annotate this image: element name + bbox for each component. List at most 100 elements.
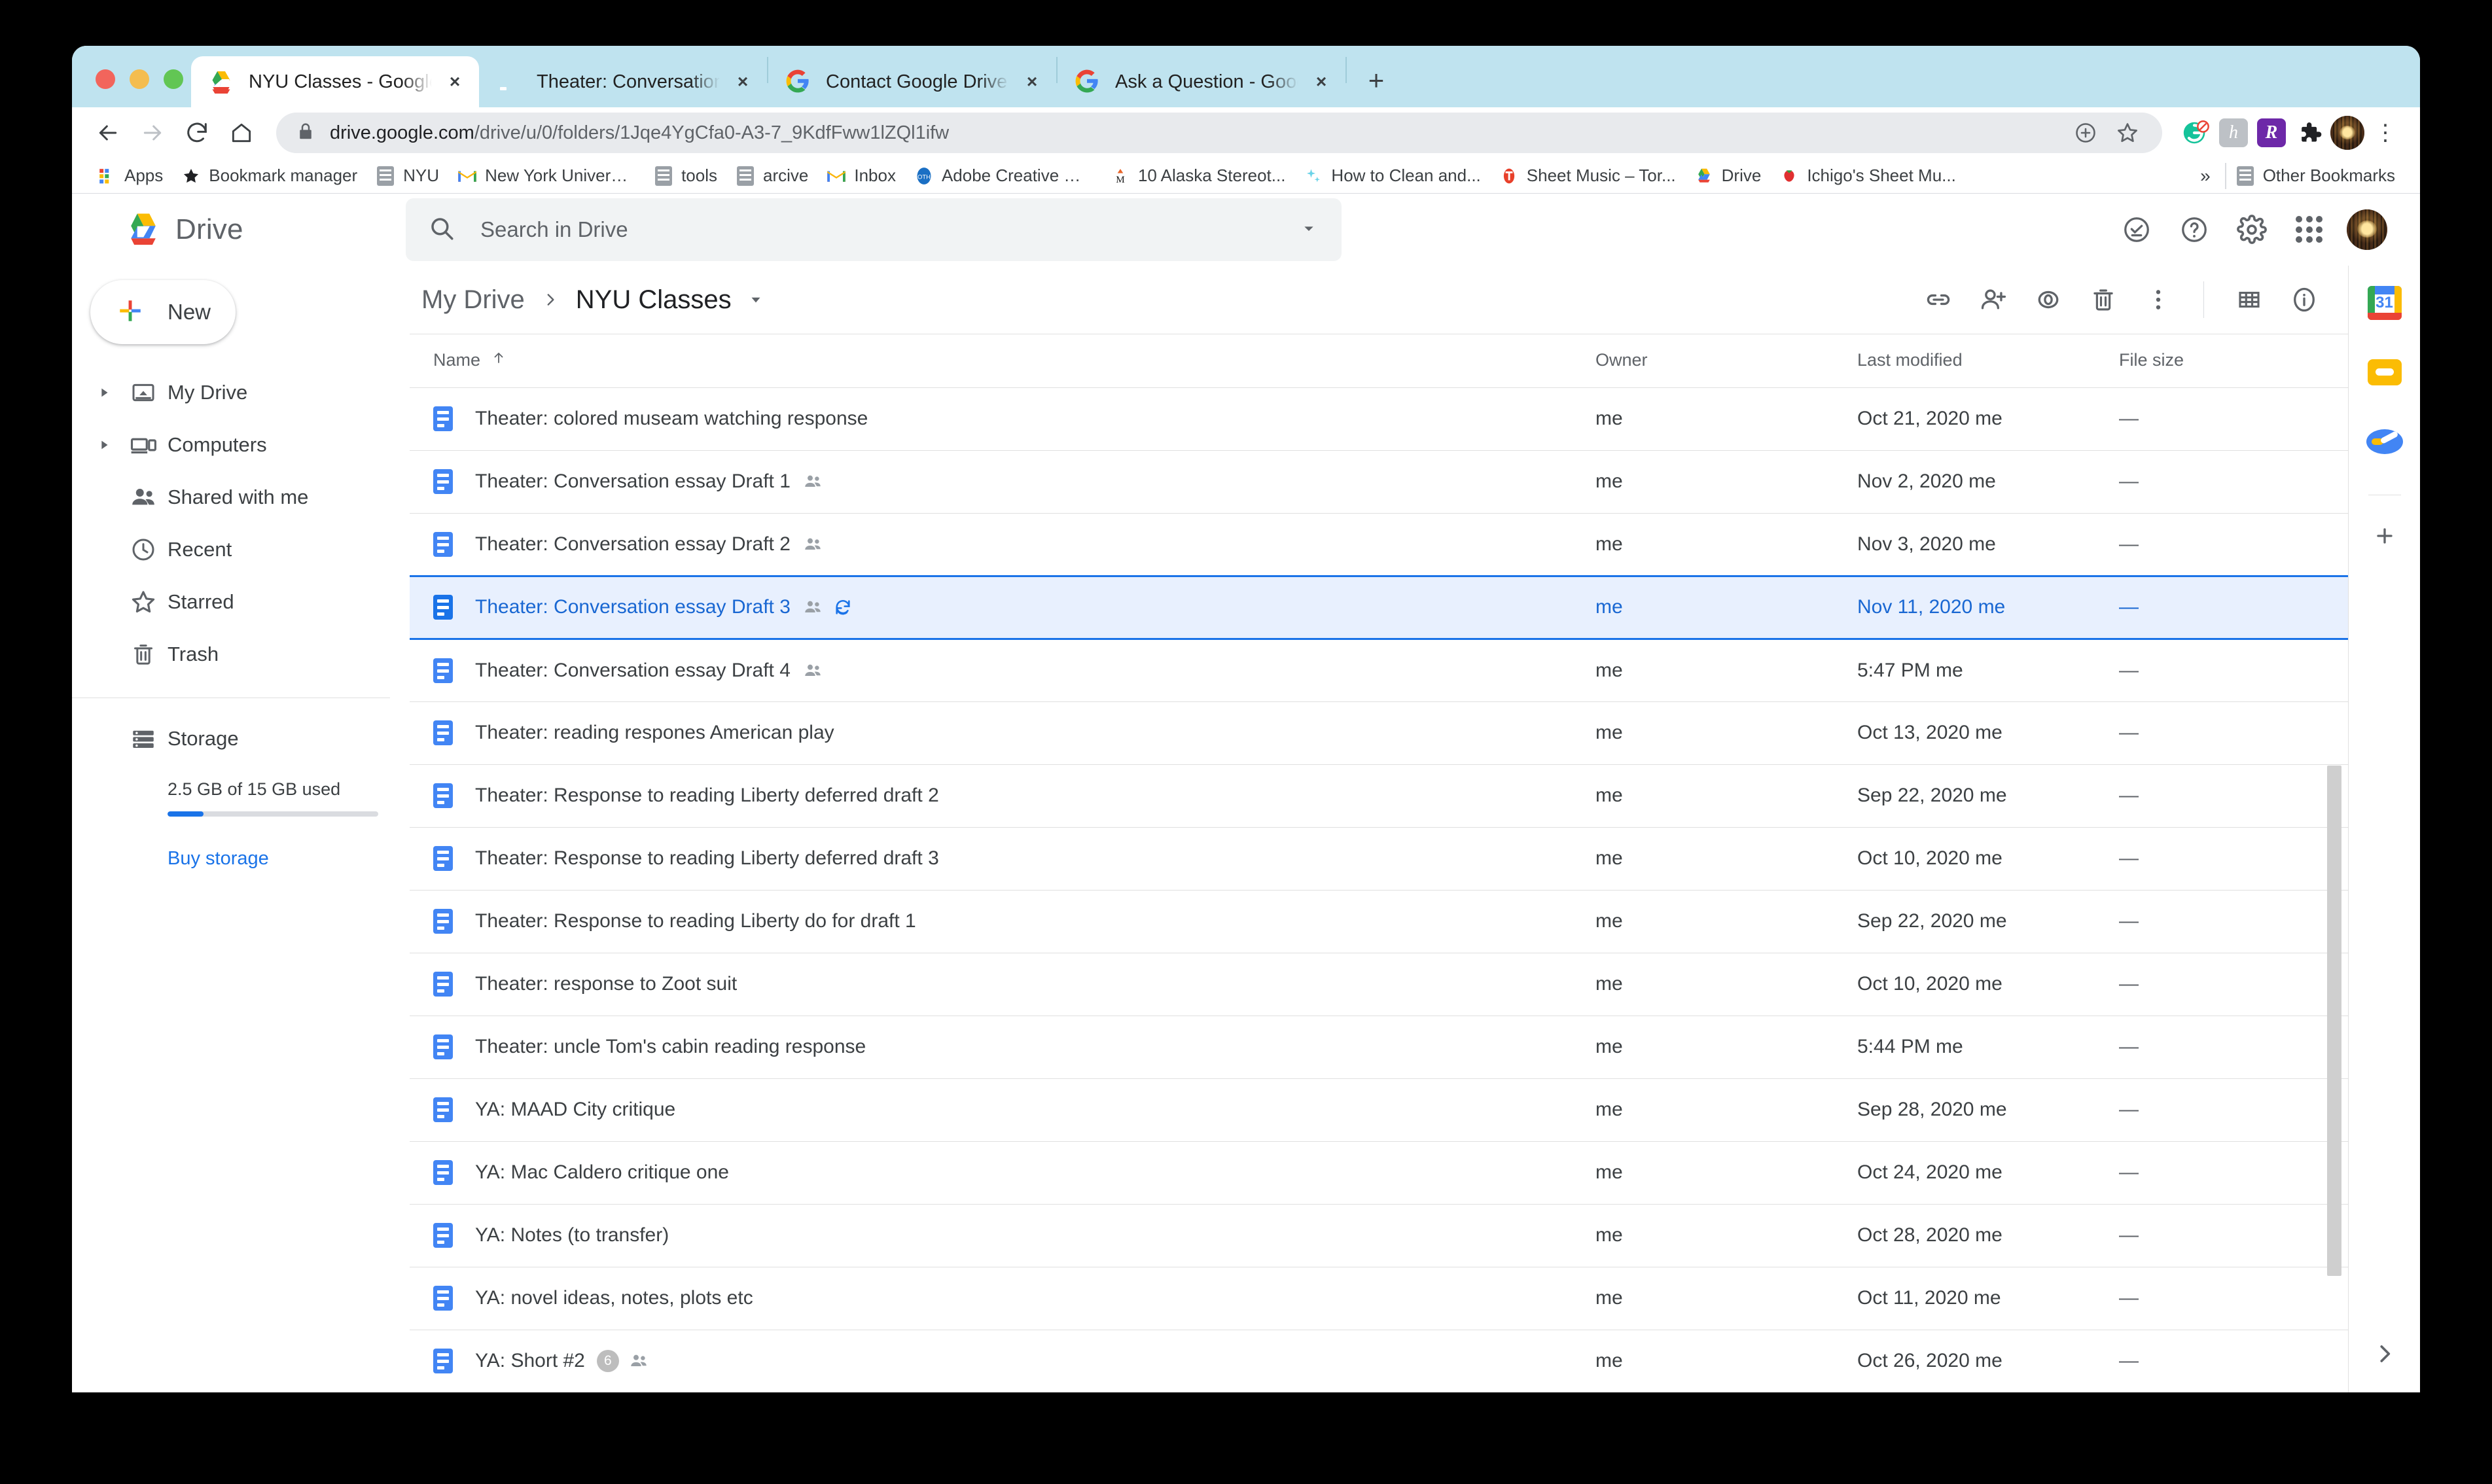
bookmark-ichigos-sheet-music[interactable]: Ichigo's Sheet Mu... (1770, 162, 1965, 190)
bookmark-tools[interactable]: tools (645, 162, 726, 190)
buy-storage-link[interactable]: Buy storage (72, 848, 410, 870)
hypothesis-extension-icon[interactable]: h (2215, 114, 2252, 152)
other-bookmarks-button[interactable]: Other Bookmarks (2226, 162, 2404, 190)
file-name-cell[interactable]: YA: novel ideas, notes, plots etc (410, 1267, 1595, 1330)
table-row[interactable]: Theater: Conversation essay Draft 4 me 5:4… (410, 639, 2348, 701)
table-row[interactable]: YA: MAAD City critique me Sep 28, 2020 me — (410, 1078, 2348, 1141)
table-row[interactable]: Theater: Response to reading Liberty do … (410, 890, 2348, 953)
column-header-owner[interactable]: Owner (1595, 334, 1857, 387)
back-icon[interactable] (88, 113, 128, 153)
file-name-cell[interactable]: Theater: reading respones American play (410, 701, 1595, 764)
bookmark-apps[interactable]: Apps (88, 162, 172, 190)
get-link-icon[interactable] (1918, 279, 1959, 320)
bookmark-inbox[interactable]: Inbox (817, 162, 905, 190)
table-row[interactable]: Theater: uncle Tom's cabin reading respo… (410, 1016, 2348, 1078)
breadcrumb-my-drive[interactable]: My Drive (421, 285, 525, 315)
sort-ascending-arrow[interactable] (491, 350, 507, 370)
settings-gear-icon[interactable] (2232, 209, 2272, 250)
file-name-cell[interactable]: Theater: Response to reading Liberty def… (410, 827, 1595, 890)
expand-arrow-icon[interactable] (89, 438, 119, 452)
google-tasks-icon[interactable] (2364, 421, 2405, 462)
close-icon[interactable]: × (1021, 71, 1043, 93)
search-input[interactable]: Search in Drive (406, 198, 1342, 261)
sidebar-item-storage[interactable]: Storage (72, 713, 390, 765)
column-header-last-modified[interactable]: Last modified (1857, 334, 2119, 387)
google-calendar-icon[interactable]: 31 (2364, 283, 2405, 323)
file-name-cell[interactable]: Theater: colored museam watching respons… (410, 387, 1595, 450)
chrome-menu-icon[interactable]: ⋮ (2366, 114, 2404, 152)
profile-avatar[interactable] (2328, 114, 2366, 152)
bookmark-sheet-music[interactable]: Sheet Music – Tor... (1490, 162, 1685, 190)
breadcrumb-current-folder[interactable]: NYU Classes (576, 285, 732, 315)
close-icon[interactable]: × (444, 71, 466, 93)
table-row[interactable]: YA: Short #2 6 me Oct 26, 2020 me — (410, 1330, 2348, 1392)
file-name-cell[interactable]: YA: Notes (to transfer) (410, 1204, 1595, 1267)
grammarly-extension-icon[interactable] (2177, 114, 2215, 152)
home-icon[interactable] (221, 113, 262, 153)
rakuten-extension-icon[interactable]: R (2252, 114, 2290, 152)
help-icon[interactable] (2174, 209, 2215, 250)
preview-eye-icon[interactable] (2028, 279, 2069, 320)
table-row[interactable]: Theater: reading respones American play m… (410, 701, 2348, 764)
bookmark-how-to-clean[interactable]: How to Clean and... (1294, 162, 1489, 190)
file-name-cell[interactable]: Theater: Conversation essay Draft 3 (410, 576, 1595, 639)
add-person-icon[interactable] (1973, 279, 2014, 320)
bookmark-adobe-creative-cloud[interactable]: OTH Adobe Creative Cl... (905, 162, 1101, 190)
expand-panel-icon[interactable] (2372, 1341, 2397, 1366)
support-icon[interactable] (2116, 209, 2157, 250)
table-row[interactable]: Theater: colored museam watching respons… (410, 387, 2348, 450)
address-bar[interactable]: drive.google.com/drive/u/0/folders/1Jqe4… (276, 113, 2162, 153)
browser-tab-1[interactable]: Theater: Conversation essay D × (479, 56, 767, 107)
forward-icon[interactable] (132, 113, 173, 153)
file-name-cell[interactable]: YA: Short #2 6 (410, 1330, 1595, 1392)
more-options-icon[interactable] (2138, 279, 2179, 320)
table-row[interactable]: YA: Notes (to transfer) me Oct 28, 2020 me… (410, 1204, 2348, 1267)
file-name-cell[interactable]: Theater: Conversation essay Draft 2 (410, 513, 1595, 576)
grid-view-icon[interactable] (2229, 279, 2270, 320)
column-header-file-size[interactable]: File size (2119, 334, 2348, 387)
table-row[interactable]: YA: novel ideas, notes, plots etc me Oct 1… (410, 1267, 2348, 1330)
file-name-cell[interactable]: Theater: Response to reading Liberty do … (410, 890, 1595, 953)
close-icon[interactable]: × (1310, 71, 1332, 93)
remove-trash-icon[interactable] (2083, 279, 2124, 320)
sidebar-item-computers[interactable]: Computers (72, 419, 390, 471)
reload-icon[interactable] (177, 113, 217, 153)
bookmark-bookmark-manager[interactable]: Bookmark manager (172, 162, 366, 190)
sidebar-item-my-drive[interactable]: My Drive (72, 366, 390, 419)
table-row[interactable]: Theater: response to Zoot suit me Oct 10, … (410, 953, 2348, 1016)
bookmark-new-york-university[interactable]: New York Universi... (448, 162, 645, 190)
google-keep-icon[interactable] (2364, 352, 2405, 393)
file-name-cell[interactable]: Theater: response to Zoot suit (410, 953, 1595, 1016)
new-tab-button[interactable]: + (1357, 62, 1395, 99)
bookmark-10-alaska-stereotypes[interactable]: M 10 Alaska Stereot... (1101, 162, 1294, 190)
file-name-cell[interactable]: Theater: uncle Tom's cabin reading respo… (410, 1016, 1595, 1078)
bookmark-star-icon[interactable] (2109, 114, 2146, 152)
close-icon[interactable]: × (732, 71, 754, 93)
expand-arrow-icon[interactable] (89, 385, 119, 400)
bookmark-drive[interactable]: Drive (1685, 162, 1771, 190)
minimize-window-button[interactable] (130, 69, 149, 89)
dropdown-caret-icon[interactable] (747, 291, 764, 308)
drive-logo[interactable]: Drive (98, 213, 406, 247)
browser-tab-0[interactable]: NYU Classes - Google Drive × (191, 56, 479, 107)
bookmark-arcive[interactable]: arcive (726, 162, 817, 190)
chevron-down-icon[interactable] (1298, 218, 1319, 242)
maximize-window-button[interactable] (164, 69, 183, 89)
browser-tab-3[interactable]: Ask a Question - Google Drive × (1058, 56, 1345, 107)
sidebar-item-recent[interactable]: Recent (72, 523, 390, 576)
table-row[interactable]: Theater: Conversation essay Draft 1 me Nov… (410, 450, 2348, 513)
table-row[interactable]: Theater: Response to reading Liberty def… (410, 827, 2348, 890)
file-name-cell[interactable]: YA: Mac Caldero critique one (410, 1141, 1595, 1204)
vertical-scrollbar[interactable] (2327, 766, 2341, 1276)
file-name-cell[interactable]: Theater: Response to reading Liberty def… (410, 764, 1595, 827)
new-button[interactable]: New (90, 280, 236, 344)
table-row[interactable]: Theater: Response to reading Liberty def… (410, 764, 2348, 827)
bookmark-nyu[interactable]: NYU (366, 162, 448, 190)
close-window-button[interactable] (96, 69, 115, 89)
add-to-collection-icon[interactable] (2067, 114, 2105, 152)
table-row[interactable]: Theater: Conversation essay Draft 2 me Nov… (410, 513, 2348, 576)
sidebar-item-shared-with-me[interactable]: Shared with me (72, 471, 390, 523)
puzzle-extensions-icon[interactable] (2290, 114, 2328, 152)
details-info-icon[interactable] (2284, 279, 2324, 320)
add-side-app-plus-icon[interactable] (2366, 518, 2403, 554)
